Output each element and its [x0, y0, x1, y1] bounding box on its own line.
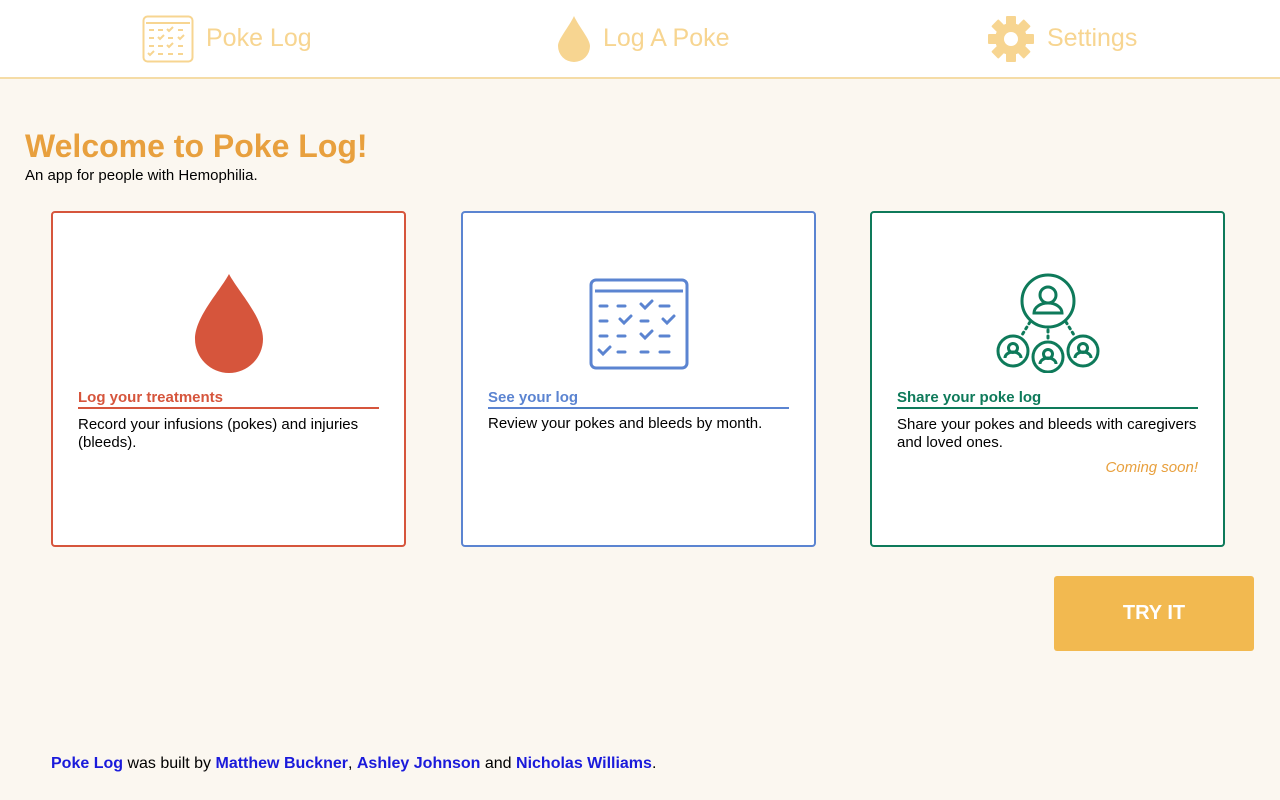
nav-settings[interactable]: Settings: [987, 0, 1137, 77]
try-it-button[interactable]: TRY IT: [1054, 576, 1254, 651]
footer-separator: and: [480, 755, 517, 772]
footer-app-link[interactable]: Poke Log: [51, 755, 123, 772]
nav-log-a-poke[interactable]: Log A Poke: [557, 0, 730, 77]
page-subtitle: An app for people with Hemophilia.: [25, 167, 258, 184]
drop-icon: [557, 15, 591, 63]
card-share-log: Share your poke log Share your pokes and…: [870, 211, 1225, 547]
footer-separator: ,: [347, 755, 357, 772]
top-navigation: Poke Log Log A Poke Settings: [0, 0, 1280, 79]
card-title: Log your treatments: [78, 389, 379, 409]
footer-text: was built by: [123, 755, 216, 772]
card-text: Record your infusions (pokes) and injuri…: [78, 416, 359, 451]
calendar-check-icon: [463, 278, 814, 370]
share-users-icon: [872, 273, 1223, 373]
card-title: See your log: [488, 389, 789, 409]
coming-soon-note: Coming soon!: [1105, 459, 1198, 476]
gear-icon: [987, 15, 1035, 63]
author-link[interactable]: Matthew Buckner: [216, 755, 348, 772]
footer: Poke Log was built by Matthew Buckner, A…: [51, 755, 656, 773]
nav-settings-label: Settings: [1047, 24, 1138, 52]
calendar-check-icon: [142, 15, 194, 63]
blood-drop-icon: [53, 273, 404, 375]
footer-end: .: [651, 755, 657, 772]
card-text: Share your pokes and bleeds with caregiv…: [897, 416, 1197, 451]
nav-poke-log[interactable]: Poke Log: [142, 0, 312, 77]
page-title: Welcome to Poke Log!: [25, 128, 368, 164]
card-log-treatments: Log your treatments Record your infusion…: [51, 211, 406, 547]
author-link[interactable]: Nicholas Williams: [516, 755, 652, 772]
card-text: Review your pokes and bleeds by month.: [488, 415, 763, 432]
author-link[interactable]: Ashley Johnson: [357, 755, 481, 772]
card-title: Share your poke log: [897, 389, 1198, 409]
card-see-log: See your log Review your pokes and bleed…: [461, 211, 816, 547]
nav-log-a-poke-label: Log A Poke: [603, 24, 730, 52]
nav-poke-log-label: Poke Log: [206, 24, 312, 52]
